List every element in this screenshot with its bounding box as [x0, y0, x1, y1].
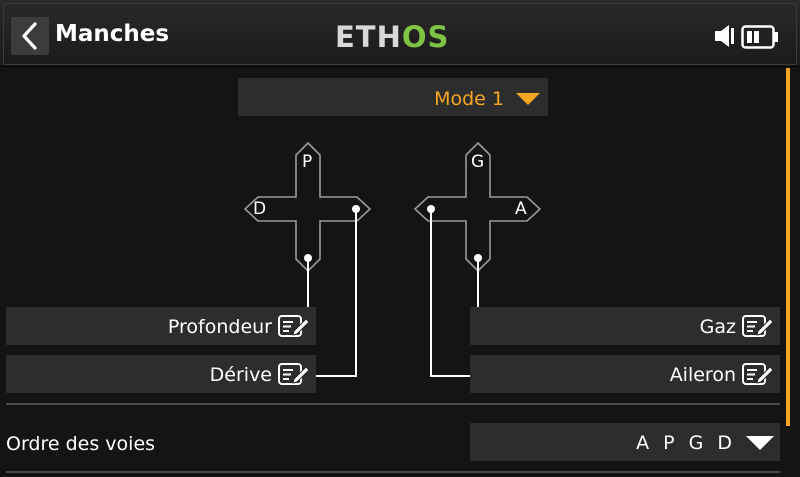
triangle-down-icon: [746, 436, 774, 450]
connector-dot: [304, 254, 312, 262]
scrollbar[interactable]: [786, 68, 790, 426]
gaz-label: Gaz: [699, 316, 736, 338]
connector-derive: [316, 209, 357, 377]
connector-dot: [352, 205, 360, 213]
left-stick-left-label: D: [253, 199, 267, 219]
profondeur-button[interactable]: Profondeur: [6, 307, 316, 345]
right-stick-right-label: A: [515, 199, 527, 219]
edit-icon: [742, 315, 774, 337]
channel-order-label: Ordre des voies: [6, 433, 156, 455]
aileron-button[interactable]: Aileron: [470, 355, 780, 393]
aileron-label: Aileron: [669, 364, 736, 386]
derive-label: Dérive: [209, 364, 272, 386]
edit-icon: [278, 315, 310, 337]
stick-diagram: [243, 141, 542, 377]
channel-order-value: A P G D: [636, 432, 736, 454]
channel-order-select[interactable]: A P G D: [470, 423, 780, 461]
divider: [6, 471, 780, 473]
connector-aileron: [430, 209, 470, 377]
derive-button[interactable]: Dérive: [6, 355, 316, 393]
profondeur-label: Profondeur: [167, 316, 272, 338]
divider: [6, 403, 780, 405]
edit-icon: [742, 363, 774, 385]
gaz-button[interactable]: Gaz: [470, 307, 780, 345]
connector-dot: [427, 205, 435, 213]
edit-icon: [278, 363, 310, 385]
connector-dot: [474, 254, 482, 262]
right-stick-top-label: G: [471, 152, 485, 172]
left-stick-top-label: P: [302, 152, 313, 172]
